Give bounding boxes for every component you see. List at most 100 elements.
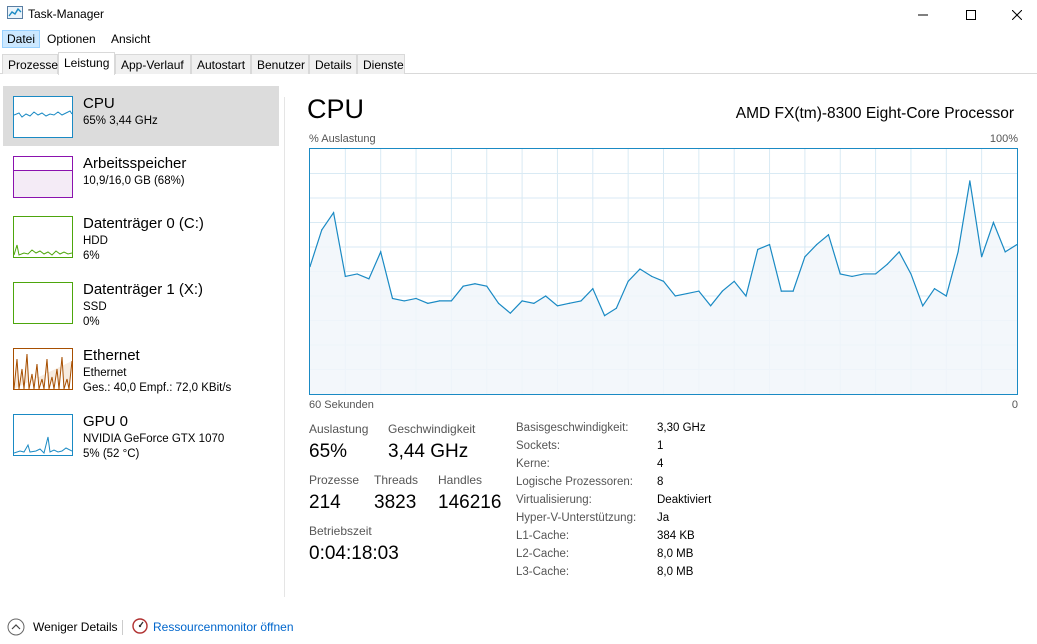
- cpu-data-point: [639, 268, 641, 270]
- maximize-button[interactable]: [948, 0, 994, 29]
- cpu-data-point: [391, 297, 394, 300]
- cpu-data-point: [875, 273, 877, 275]
- handles-value: 146216: [438, 492, 502, 513]
- cpu-data-point: [1004, 251, 1006, 253]
- cpu-data-point: [380, 251, 382, 253]
- cpu-data-point: [474, 283, 476, 285]
- cpu-data-point: [462, 285, 464, 287]
- cpu-data-point: [698, 290, 700, 292]
- detail-key: L2-Cache:: [516, 548, 570, 560]
- cpu-data-point: [992, 221, 995, 224]
- processes-label: Prozesse: [309, 473, 360, 487]
- cpu-data-point: [780, 290, 782, 292]
- cpu-data-point: [497, 302, 500, 304]
- sidebar-item-detail: Ethernet: [83, 367, 127, 379]
- cpu-data-point: [839, 273, 841, 275]
- cpu-data-point: [332, 212, 335, 214]
- sidebar-item-throughput: Ges.: 40,0 Empf.: 72,0 KBit/s: [83, 382, 232, 394]
- sidebar-item-detail: NVIDIA GeForce GTX 1070: [83, 433, 225, 445]
- detail-key: Basisgeschwindigkeit:: [516, 422, 629, 434]
- sidebar-item-disk-0[interactable]: Datenträger 0 (C:) HDD 6%: [3, 206, 279, 266]
- cpu-data-point: [851, 275, 853, 277]
- cpu-data-point: [957, 251, 959, 253]
- tab-benutzer[interactable]: Benutzer: [251, 54, 309, 74]
- cpu-data-point: [356, 273, 358, 275]
- y-axis-label: % Auslastung: [309, 133, 376, 145]
- fewer-details-button[interactable]: Weniger Details: [33, 620, 117, 634]
- handles-label: Handles: [438, 473, 483, 487]
- tab-dienste[interactable]: Dienste: [357, 54, 405, 74]
- detail-key: Logische Prozessoren:: [516, 476, 633, 488]
- menu-datei[interactable]: Datei: [2, 30, 41, 48]
- sidebar-item-gpu[interactable]: GPU 0 NVIDIA GeForce GTX 1070 5% (52 °C): [3, 404, 279, 464]
- cpu-data-point: [344, 275, 346, 277]
- sidebar-item-memory[interactable]: Arbeitsspeicher 10,9/16,0 GB (68%): [3, 146, 279, 206]
- sidebar-item-ethernet[interactable]: Ethernet Ethernet Ges.: 40,0 Empf.: 72,0…: [3, 338, 279, 398]
- cpu-data-point: [768, 243, 771, 246]
- tab-autostart[interactable]: Autostart: [191, 54, 251, 74]
- detail-value: Deaktiviert: [657, 494, 712, 506]
- cpu-data-point: [521, 300, 523, 302]
- collapse-chevron-icon[interactable]: [7, 618, 25, 636]
- minimize-button[interactable]: [900, 0, 946, 29]
- sidebar-item-usage: 6%: [83, 250, 100, 262]
- sidebar-item-usage: 0%: [83, 316, 100, 328]
- tab-app-verlauf[interactable]: App-Verlauf: [115, 54, 191, 74]
- cpu-graph-svg: [309, 149, 1018, 394]
- tab-leistung[interactable]: Leistung: [58, 52, 115, 75]
- detail-key: Kerne:: [516, 458, 550, 470]
- cpu-data-point: [662, 280, 665, 282]
- detail-key: L3-Cache:: [516, 566, 570, 578]
- threads-value: 3823: [374, 492, 417, 513]
- tab-details[interactable]: Details: [309, 54, 357, 74]
- tab-bar: Prozesse Leistung App-Verlauf Autostart …: [0, 52, 1037, 75]
- cpu-data-point: [933, 288, 936, 290]
- speed-label: Geschwindigkeit: [388, 422, 476, 436]
- cpu-data-point: [592, 288, 594, 290]
- cpu-data-point: [981, 256, 983, 258]
- page-title: CPU: [307, 94, 365, 124]
- menu-optionen[interactable]: Optionen: [42, 30, 101, 48]
- cpu-data-point: [733, 280, 735, 282]
- resource-monitor-link[interactable]: Ressourcenmonitor öffnen: [153, 620, 294, 634]
- menu-ansicht[interactable]: Ansicht: [106, 30, 155, 48]
- cpu-data-point: [721, 290, 724, 292]
- cpu-data-point: [545, 295, 547, 297]
- cpu-data-point: [568, 302, 570, 304]
- processes-value: 214: [309, 492, 341, 513]
- footer-separator: [122, 620, 123, 635]
- detail-value: 8: [657, 476, 664, 488]
- cpu-data-point: [804, 256, 806, 258]
- speed-value: 3,44 GHz: [388, 441, 469, 462]
- detail-value: 4: [657, 458, 664, 470]
- sidebar-item-title: CPU: [83, 95, 115, 112]
- cpu-data-point: [651, 275, 653, 277]
- disk-1-thumbnail: [13, 282, 73, 324]
- cpu-data-point: [403, 300, 405, 302]
- cpu-data-point: [886, 263, 888, 265]
- sidebar-item-cpu[interactable]: CPU 65% 3,44 GHz: [3, 86, 279, 146]
- sidebar-item-title: GPU 0: [83, 413, 129, 430]
- cpu-utilization-graph: [309, 148, 1018, 395]
- footer: Weniger Details Ressourcenmonitor öffnen: [0, 612, 1037, 644]
- close-button[interactable]: [994, 0, 1037, 29]
- utilization-value: 65%: [309, 441, 348, 462]
- disk-0-thumbnail: [13, 216, 73, 258]
- menu-bar: Datei Optionen Ansicht: [0, 29, 1037, 49]
- window-title: Task-Manager: [28, 7, 105, 21]
- cpu-data-point: [922, 305, 924, 307]
- cpu-data-point: [627, 280, 629, 282]
- cpu-data-point: [509, 312, 511, 314]
- cpu-data-point: [321, 229, 323, 231]
- detail-key: Virtualisierung:: [516, 494, 592, 506]
- detail-value: Ja: [657, 512, 670, 524]
- sidebar-item-disk-1[interactable]: Datenträger 1 (X:) SSD 0%: [3, 272, 279, 332]
- sidebar-item-usage: 5% (52 °C): [83, 448, 140, 460]
- cpu-data-point: [674, 295, 676, 297]
- cpu-data-point: [427, 302, 429, 304]
- detail-key: Hyper-V-Unterstützung:: [516, 512, 637, 524]
- gpu-thumbnail: [13, 414, 73, 456]
- sidebar-item-detail: HDD: [83, 235, 108, 247]
- pane-divider[interactable]: [284, 97, 285, 597]
- tab-prozesse[interactable]: Prozesse: [2, 54, 58, 74]
